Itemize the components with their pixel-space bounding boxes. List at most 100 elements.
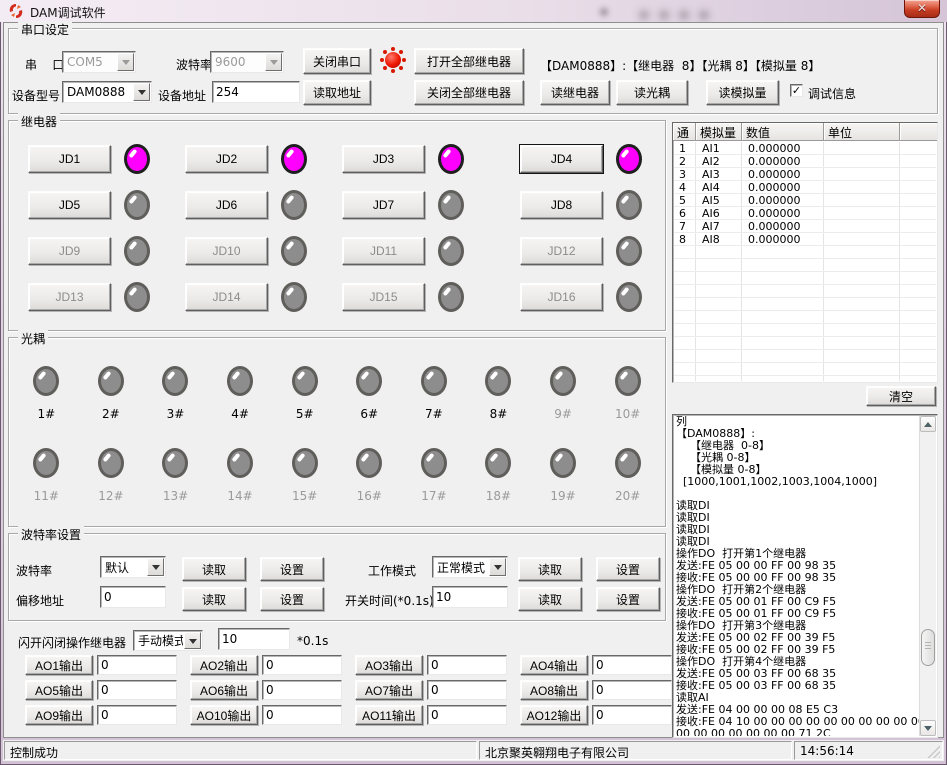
relay-button-jd6[interactable]: JD6 [185,191,268,219]
ao11-output-button[interactable]: AO11输出 [355,705,423,725]
ao10-output-input[interactable] [262,705,342,725]
relay-cell: JD12 [508,228,661,274]
opto-label: 10# [615,407,640,421]
relay-button-jd2[interactable]: JD2 [185,145,268,173]
close-serial-button[interactable]: 关闭串口 [303,48,371,74]
ao3-output-button[interactable]: AO3输出 [355,655,423,675]
read-relay-button[interactable]: 读继电器 [540,80,610,105]
baudrate-set-button[interactable]: 设置 [260,557,324,581]
relay-button-jd3[interactable]: JD3 [342,145,425,173]
app-icon[interactable] [8,3,24,19]
column-header[interactable]: 通 [673,123,696,141]
debug-info-checkbox[interactable]: ✓ [790,84,803,97]
ao9-output-button[interactable]: AO9输出 [25,705,93,725]
relay-led [281,236,307,266]
relay-button-jd11[interactable]: JD11 [342,237,425,265]
ao12-output-button[interactable]: AO12输出 [520,705,588,725]
opto-cell: 13# [143,438,208,520]
relay-button-jd1[interactable]: JD1 [28,145,111,173]
table-row[interactable]: 1AI10.000000 [674,142,936,155]
table-row[interactable]: 4AI40.000000 [674,181,936,194]
ao10-output-button[interactable]: AO10输出 [190,705,258,725]
flash-mode-combo[interactable]: 手动模式 [133,630,203,651]
relay-button-jd4[interactable]: JD4 [520,145,603,173]
ao-cell: AO9输出 [25,705,190,730]
chevron-down-icon [184,632,201,649]
ao8-output-button[interactable]: AO8输出 [520,680,588,700]
log-output[interactable]: 列 【DAM0888】: 【继电器 0-8】 【光耦 0-8】 【模拟量 0-8… [672,414,938,738]
switch-time-set-button[interactable]: 设置 [596,587,660,611]
read-address-button[interactable]: 读取地址 [303,80,371,105]
ao1-output-input[interactable] [97,655,177,675]
ao5-output-button[interactable]: AO5输出 [25,680,93,700]
opto-label: 8# [490,407,508,421]
work-mode-read-button[interactable]: 读取 [518,557,582,581]
column-header[interactable]: 单位 [824,123,900,141]
column-header[interactable]: 模拟量 [696,123,742,141]
ao7-output-input[interactable] [427,680,507,700]
relay-button-jd12[interactable]: JD12 [520,237,603,265]
ao2-output-input[interactable] [262,655,342,675]
ao12-output-input[interactable] [592,705,672,725]
baudrate-combo[interactable]: 默认 [100,556,166,578]
resize-grip[interactable] [927,745,940,758]
clear-log-button[interactable]: 清空 [866,386,936,406]
address-input[interactable] [212,81,300,103]
relay-button-jd5[interactable]: JD5 [28,191,111,219]
relay-button-jd13[interactable]: JD13 [28,283,111,311]
scrollbar-thumb[interactable] [921,629,935,666]
switch-time-label: 开关时间(*0.1s) [345,592,434,609]
scroll-up-icon[interactable] [920,416,936,432]
table-row[interactable]: 6AI60.000000 [674,207,936,220]
port-combo[interactable]: COM5 [62,51,136,73]
read-analog-button[interactable]: 读模拟量 [706,80,779,105]
table-row[interactable]: 3AI30.000000 [674,168,936,181]
model-combo[interactable]: DAM0888 [62,81,152,103]
column-header[interactable] [900,123,937,141]
relay-button-jd9[interactable]: JD9 [28,237,111,265]
switch-time-read-button[interactable]: 读取 [518,587,582,611]
table-row[interactable]: 7AI70.000000 [674,220,936,233]
log-scrollbar[interactable] [919,416,936,736]
ao8-output-input[interactable] [592,680,672,700]
relay-button-jd8[interactable]: JD8 [520,191,603,219]
ao5-output-input[interactable] [97,680,177,700]
scroll-down-icon[interactable] [920,720,936,736]
ao6-output-input[interactable] [262,680,342,700]
relay-button-jd16[interactable]: JD16 [520,283,603,311]
ao-cell: AO1输出 [25,655,190,680]
ao3-output-input[interactable] [427,655,507,675]
close-button[interactable]: ✕ [904,0,940,18]
offset-address-input[interactable] [100,586,166,608]
offset-set-button[interactable]: 设置 [260,587,324,611]
relay-button-jd15[interactable]: JD15 [342,283,425,311]
close-all-relays-button[interactable]: 关闭全部继电器 [414,80,524,105]
column-header[interactable]: 数值 [742,123,824,141]
baudrate-read-button[interactable]: 读取 [182,557,246,581]
flash-mode-combo-value: 手动模式 [134,632,183,649]
ao4-output-button[interactable]: AO4输出 [520,655,588,675]
relay-button-jd10[interactable]: JD10 [185,237,268,265]
ao7-output-button[interactable]: AO7输出 [355,680,423,700]
switch-time-input[interactable] [432,586,508,608]
work-mode-combo[interactable]: 正常模式 [432,556,508,578]
offset-read-button[interactable]: 读取 [182,587,246,611]
work-mode-set-button[interactable]: 设置 [596,557,660,581]
flash-time-input[interactable] [218,628,290,650]
relay-button-jd7[interactable]: JD7 [342,191,425,219]
table-row[interactable]: 8AI80.000000 [674,233,936,246]
ao4-output-input[interactable] [592,655,672,675]
read-opto-button[interactable]: 读光耦 [616,80,688,105]
relay-button-jd14[interactable]: JD14 [185,283,268,311]
ao9-output-input[interactable] [97,705,177,725]
table-row[interactable]: 2AI20.000000 [674,155,936,168]
table-row[interactable]: 5AI50.000000 [674,194,936,207]
ao1-output-button[interactable]: AO1输出 [25,655,93,675]
ao2-output-button[interactable]: AO2输出 [190,655,258,675]
opto-label: 18# [486,489,511,503]
ao11-output-input[interactable] [427,705,507,725]
ao6-output-button[interactable]: AO6输出 [190,680,258,700]
log-line: 00 00 00 00 00 00 00 71 2C [676,728,919,736]
open-all-relays-button[interactable]: 打开全部继电器 [414,48,524,74]
baud-combo[interactable]: 9600 [210,51,284,73]
